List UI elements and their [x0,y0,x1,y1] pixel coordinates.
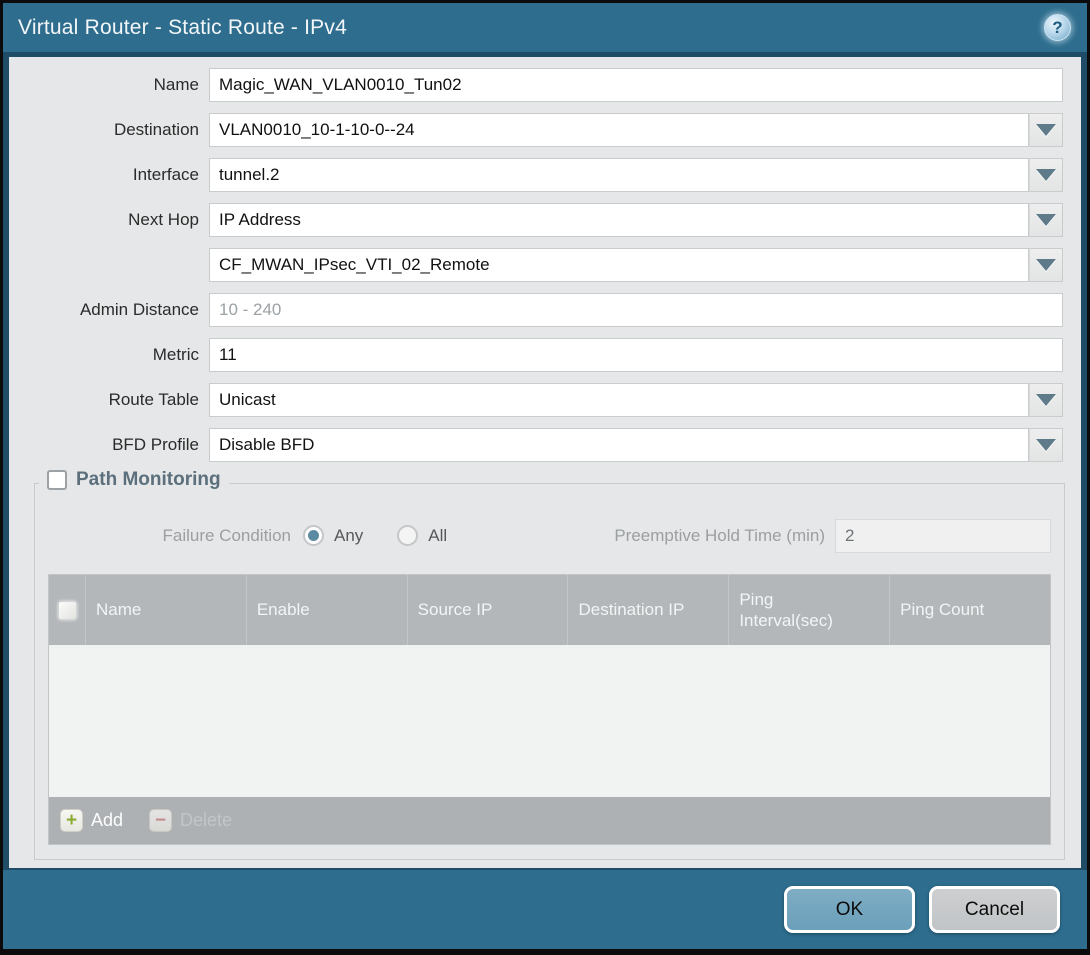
destination-label: Destination [9,120,209,140]
table-body-empty [49,645,1050,797]
failure-condition-option-all: All [397,525,447,546]
next-hop-address-input[interactable] [209,248,1029,282]
interface-input[interactable] [209,158,1029,192]
form-row-bfd-profile: BFD Profile [9,428,1063,462]
preemptive-hold-time-input [835,519,1051,553]
column-header-enable: Enable [246,575,407,645]
destination-input[interactable] [209,113,1029,147]
next-hop-label: Next Hop [9,210,209,230]
metric-label: Metric [9,345,209,365]
route-table-select[interactable] [209,383,1029,417]
delete-minus-icon: − [149,809,172,832]
delete-button-label: Delete [180,810,232,831]
chevron-down-icon [1036,169,1056,181]
form-row-admin-distance: Admin Distance [9,293,1063,327]
chevron-down-icon [1036,439,1056,451]
radio-all [397,525,418,546]
next-hop-dropdown-button[interactable] [1029,203,1063,237]
failure-condition-row: Failure Condition Any All Preemptive Hol… [48,518,1051,553]
chevron-down-icon [1036,214,1056,226]
delete-button: − Delete [149,809,232,832]
dialog-titlebar: Virtual Router - Static Route - IPv4 ? [3,3,1087,52]
add-button-label: Add [91,810,123,831]
name-input[interactable] [209,68,1063,102]
radio-any [303,525,324,546]
route-table-dropdown-button[interactable] [1029,383,1063,417]
preemptive-hold-time-group: Preemptive Hold Time (min) [614,519,1051,553]
destination-dropdown-button[interactable] [1029,113,1063,147]
next-hop-select[interactable] [209,203,1029,237]
radio-any-label: Any [334,526,363,546]
form-row-metric: Metric [9,338,1063,372]
select-all-checkbox [58,601,77,620]
chevron-down-icon [1036,394,1056,406]
form-row-next-hop: Next Hop [9,203,1063,237]
add-button[interactable]: + Add [60,809,123,832]
failure-condition-option-any: Any [303,525,363,546]
path-monitoring-table: Name Enable Source IP Destination IP Pin… [48,574,1051,845]
admin-distance-label: Admin Distance [9,300,209,320]
table-header-checkbox-cell [49,575,85,645]
bfd-profile-select[interactable] [209,428,1029,462]
ok-button[interactable]: OK [784,886,915,933]
interface-dropdown-button[interactable] [1029,158,1063,192]
form-row-name: Name [9,68,1063,102]
form-row-next-hop-address [9,248,1063,282]
bfd-profile-dropdown-button[interactable] [1029,428,1063,462]
interface-label: Interface [9,165,209,185]
path-monitoring-title: Path Monitoring [76,469,221,491]
path-monitoring-legend: Path Monitoring [39,469,229,491]
dialog-content: Name Destination Interface [9,57,1081,868]
metric-input[interactable] [209,338,1063,372]
column-header-source-ip: Source IP [407,575,568,645]
bfd-profile-label: BFD Profile [9,435,209,455]
static-route-dialog: Virtual Router - Static Route - IPv4 ? N… [3,3,1087,949]
form-row-destination: Destination [9,113,1063,147]
form-row-interface: Interface [9,158,1063,192]
name-label: Name [9,75,209,95]
table-header-row: Name Enable Source IP Destination IP Pin… [49,575,1050,645]
column-header-name: Name [85,575,246,645]
add-plus-icon: + [60,809,83,832]
path-monitoring-section: Path Monitoring Failure Condition Any Al… [34,483,1065,860]
column-header-destination-ip: Destination IP [567,575,728,645]
admin-distance-input[interactable] [209,293,1063,327]
dialog-title: Virtual Router - Static Route - IPv4 [18,16,347,40]
route-table-label: Route Table [9,390,209,410]
dialog-footer: OK Cancel [3,870,1087,949]
chevron-down-icon [1036,124,1056,136]
failure-condition-label: Failure Condition [48,526,303,546]
column-header-ping-count: Ping Count [889,575,1050,645]
cancel-button[interactable]: Cancel [929,886,1060,933]
radio-all-label: All [428,526,447,546]
chevron-down-icon [1036,259,1056,271]
help-icon[interactable]: ? [1044,14,1071,41]
path-monitoring-checkbox[interactable] [47,470,67,490]
column-header-ping-interval: Ping Interval(sec) [728,575,889,645]
preemptive-hold-time-label: Preemptive Hold Time (min) [614,526,835,546]
next-hop-address-dropdown-button[interactable] [1029,248,1063,282]
table-toolbar: + Add − Delete [49,797,1050,844]
form-row-route-table: Route Table [9,383,1063,417]
